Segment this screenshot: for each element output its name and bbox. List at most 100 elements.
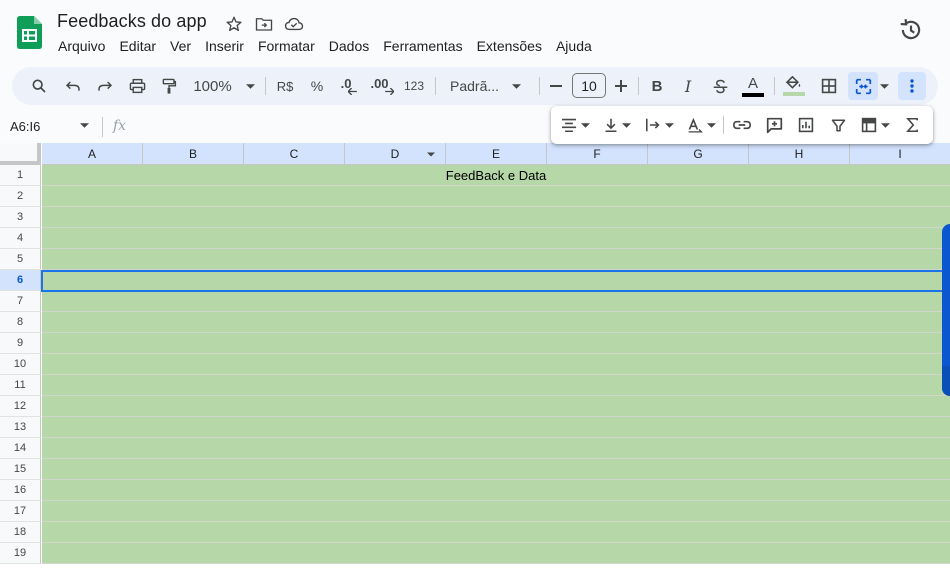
row-cells[interactable]	[42, 417, 950, 438]
chevron-down-icon[interactable]	[427, 152, 435, 157]
undo-icon[interactable]	[60, 72, 86, 100]
row-cells[interactable]	[42, 543, 950, 564]
row-header[interactable]: 2	[0, 186, 41, 207]
row-header[interactable]: 14	[0, 438, 41, 459]
row-cells[interactable]	[42, 186, 950, 207]
currency-format-button[interactable]: R$	[272, 72, 298, 100]
row-header[interactable]: 6	[0, 270, 41, 291]
row-cells[interactable]	[42, 333, 950, 354]
row-header[interactable]: 18	[0, 522, 41, 543]
menu-ferramentas[interactable]: Ferramentas	[376, 37, 469, 55]
row-cells[interactable]	[42, 228, 950, 249]
menu-arquivo[interactable]: Arquivo	[51, 37, 112, 55]
search-menus-icon[interactable]	[26, 72, 52, 100]
row-header[interactable]: 11	[0, 375, 41, 396]
column-header-e[interactable]: E	[446, 143, 547, 165]
zoom-select[interactable]: 100%	[190, 72, 258, 100]
percent-format-button[interactable]: %	[304, 72, 330, 100]
row-header[interactable]: 7	[0, 291, 41, 312]
fill-color-button[interactable]	[780, 72, 808, 100]
increase-decimal-button[interactable]: .00	[368, 72, 396, 100]
font-size-decrease-button[interactable]	[545, 72, 567, 100]
document-title[interactable]: Feedbacks do app	[57, 11, 207, 32]
row-header[interactable]: 5	[0, 249, 41, 270]
chevron-down-icon[interactable]	[80, 123, 89, 128]
column-header-i[interactable]: I	[850, 143, 950, 165]
row-cells[interactable]	[42, 501, 950, 522]
column-header-a[interactable]: A	[42, 143, 143, 165]
column-header-d[interactable]: D	[345, 143, 446, 165]
menu-ver[interactable]: Ver	[163, 37, 198, 55]
text-color-button[interactable]: A	[739, 72, 767, 100]
vertical-align-button[interactable]	[599, 111, 635, 139]
row-header[interactable]: 10	[0, 354, 41, 375]
insert-comment-icon[interactable]	[761, 111, 787, 139]
column-header-b[interactable]: B	[143, 143, 244, 165]
menu-formatar[interactable]: Formatar	[251, 37, 322, 55]
redo-icon[interactable]	[92, 72, 118, 100]
menu-inserir[interactable]: Inserir	[198, 37, 251, 55]
filter-views-button[interactable]	[855, 111, 895, 139]
filter-icon[interactable]	[825, 111, 851, 139]
italic-button[interactable]: I	[675, 72, 701, 100]
more-formats-button[interactable]: 123	[400, 72, 428, 100]
row-header[interactable]: 13	[0, 417, 41, 438]
row-cells[interactable]	[42, 480, 950, 501]
row-header[interactable]: 16	[0, 480, 41, 501]
row-header[interactable]: 17	[0, 501, 41, 522]
strikethrough-icon[interactable]	[707, 72, 733, 100]
bold-button[interactable]: B	[644, 72, 670, 100]
print-icon[interactable]	[124, 72, 150, 100]
spreadsheet-grid[interactable]: A B C D E F G H I 1 2 3 4 5 6 7 8 9 10 11 12 13 14 15 1…	[0, 143, 950, 568]
row-cells[interactable]	[42, 291, 950, 312]
column-header-f[interactable]: F	[547, 143, 648, 165]
row-cells[interactable]	[42, 312, 950, 333]
row-header[interactable]: 1	[0, 165, 41, 186]
row-header[interactable]: 8	[0, 312, 41, 333]
row-cells[interactable]	[42, 459, 950, 480]
column-header-g[interactable]: G	[648, 143, 749, 165]
row-cells[interactable]	[42, 375, 950, 396]
select-all-corner[interactable]	[0, 143, 41, 165]
star-icon[interactable]	[222, 13, 246, 35]
decrease-decimal-button[interactable]: .0	[336, 72, 362, 100]
font-size-input[interactable]: 10	[572, 73, 606, 98]
sheets-logo-icon[interactable]	[17, 16, 42, 49]
row-cells[interactable]	[42, 207, 950, 228]
row-header[interactable]: 12	[0, 396, 41, 417]
row-header[interactable]: 15	[0, 459, 41, 480]
column-header-c[interactable]: C	[244, 143, 345, 165]
column-header-h[interactable]: H	[749, 143, 850, 165]
font-size-increase-button[interactable]	[610, 72, 632, 100]
text-wrapping-button[interactable]	[641, 111, 677, 139]
horizontal-align-button[interactable]	[557, 111, 593, 139]
insert-chart-icon[interactable]	[793, 111, 819, 139]
menu-dados[interactable]: Dados	[322, 37, 376, 55]
borders-icon[interactable]	[816, 72, 842, 100]
menu-ajuda[interactable]: Ajuda	[549, 37, 599, 55]
row-header[interactable]: 19	[0, 543, 41, 564]
version-history-icon[interactable]	[898, 17, 924, 43]
row-cells[interactable]	[42, 396, 950, 417]
row-header[interactable]: 3	[0, 207, 41, 228]
row-cells[interactable]	[42, 522, 950, 543]
row-header[interactable]: 9	[0, 333, 41, 354]
merge-cells-icon[interactable]	[848, 72, 878, 100]
merged-title-cell[interactable]: FeedBack e Data	[42, 165, 950, 186]
menu-editar[interactable]: Editar	[112, 37, 163, 55]
paint-format-icon[interactable]	[156, 72, 182, 100]
row-header[interactable]: 4	[0, 228, 41, 249]
name-box[interactable]: A6:I6	[10, 119, 40, 134]
link-icon[interactable]	[729, 111, 755, 139]
functions-sigma-icon[interactable]	[899, 111, 925, 139]
move-folder-icon[interactable]	[252, 13, 276, 35]
font-family-select[interactable]: Padrã...	[444, 72, 532, 100]
row-cells[interactable]	[42, 249, 950, 270]
menu-extensoes[interactable]: Extensões	[470, 37, 549, 55]
side-panel-handle-lower[interactable]	[942, 366, 950, 396]
more-options-icon[interactable]	[898, 72, 926, 100]
row-cells[interactable]	[42, 438, 950, 459]
merge-dropdown-button[interactable]	[878, 72, 890, 100]
cloud-saved-icon[interactable]	[282, 13, 306, 35]
text-rotation-button[interactable]	[683, 111, 719, 139]
